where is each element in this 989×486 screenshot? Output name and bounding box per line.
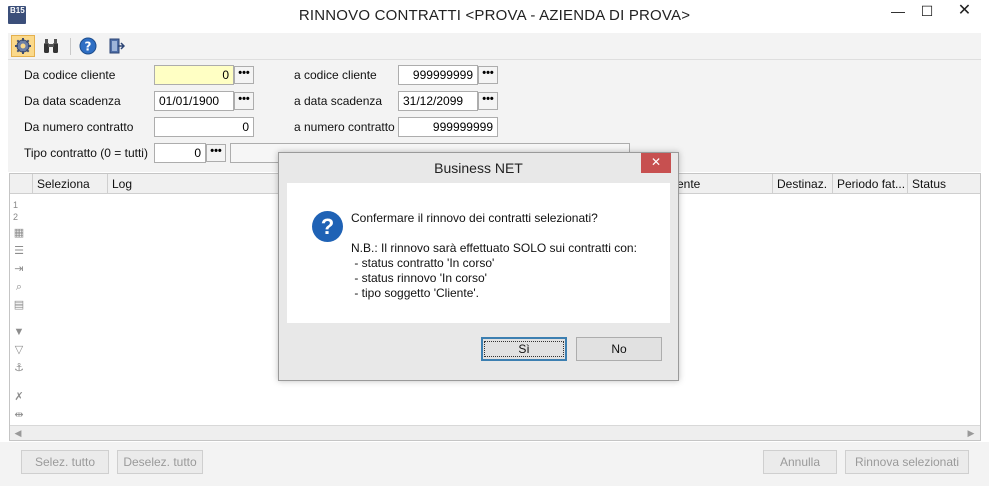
grid-corner-cell	[10, 174, 32, 194]
delete-column-icon[interactable]: ✗	[13, 391, 25, 403]
find-button[interactable]	[39, 35, 63, 57]
filter-remove-icon[interactable]: ▽	[13, 344, 25, 356]
question-icon: ?	[312, 211, 343, 242]
row-number: 2	[13, 212, 19, 222]
insert-row-icon[interactable]: ⇥	[13, 263, 25, 275]
scroll-right-icon[interactable]: ▶	[964, 427, 978, 439]
da-codice-cliente-label: Da codice cliente	[24, 68, 116, 82]
da-codice-cliente-lookup-button[interactable]: •••	[234, 66, 254, 84]
gear-icon	[15, 38, 31, 54]
da-numero-contratto-field[interactable]: 0	[154, 117, 254, 137]
anchor-icon[interactable]: ⚓	[13, 362, 25, 374]
da-codice-cliente-field[interactable]: 0	[154, 65, 234, 85]
dialog-note-line: - tipo soggetto 'Cliente'.	[351, 286, 479, 300]
list-icon[interactable]: ☰	[13, 245, 25, 257]
a-codice-cliente-lookup-button[interactable]: •••	[478, 66, 498, 84]
binoculars-icon	[44, 39, 58, 53]
minimize-button[interactable]: —	[883, 0, 913, 22]
toolbar: ?	[8, 33, 981, 60]
confirm-dialog: Business NET ✕ ? Confermare il rinnovo d…	[278, 152, 679, 381]
dialog-close-button[interactable]: ✕	[641, 153, 671, 173]
grid-view-icon[interactable]: ▦	[13, 227, 25, 239]
column-header-periodo-fatturazione[interactable]: Periodo fat...	[832, 174, 907, 194]
da-numero-contratto-label: Da numero contratto	[24, 120, 134, 134]
help-icon: ?	[79, 37, 97, 55]
tipo-contratto-field[interactable]: 0	[154, 143, 206, 163]
da-data-scadenza-picker-button[interactable]: •••	[234, 92, 254, 110]
scroll-left-icon[interactable]: ◀	[11, 427, 25, 439]
select-all-button[interactable]: Selez. tutto	[21, 450, 109, 474]
yes-button[interactable]: Sì	[481, 337, 567, 361]
bottom-bar: Selez. tutto Deselez. tutto Annulla Rinn…	[0, 442, 989, 486]
dialog-title: Business NET	[434, 160, 523, 176]
exit-button[interactable]	[104, 35, 128, 57]
horizontal-scrollbar[interactable]: ◀ ▶	[10, 425, 980, 440]
dialog-note-line: - status contratto 'In corso'	[351, 256, 495, 270]
da-data-scadenza-label: Da data scadenza	[24, 94, 121, 108]
column-width-icon[interactable]: ⇹	[13, 409, 25, 421]
deselect-all-button[interactable]: Deselez. tutto	[117, 450, 203, 474]
settings-button[interactable]	[11, 35, 35, 57]
a-data-scadenza-label: a data scadenza	[294, 94, 383, 108]
title-bar: B15 RINNOVO CONTRATTI <PROVA - AZIENDA D…	[0, 0, 989, 32]
help-button[interactable]: ?	[76, 35, 100, 57]
column-header-cliente[interactable]: ente	[672, 174, 772, 194]
table-icon[interactable]: ▤	[13, 299, 25, 311]
a-numero-contratto-field[interactable]: 999999999	[398, 117, 498, 137]
renew-selected-button[interactable]: Rinnova selezionati	[845, 450, 969, 474]
cancel-button[interactable]: Annulla	[763, 450, 837, 474]
zoom-icon[interactable]: ⌕	[13, 281, 25, 293]
dialog-note-line: - status rinnovo 'In corso'	[351, 271, 487, 285]
yes-button-label: Sì	[484, 341, 564, 357]
a-numero-contratto-label: a numero contratto	[294, 120, 395, 134]
dialog-body: ? Confermare il rinnovo dei contratti se…	[287, 183, 670, 323]
close-window-button[interactable]: ✕	[942, 0, 987, 22]
filter-icon[interactable]: ▼	[13, 326, 25, 338]
toolbar-separator	[70, 38, 71, 55]
a-data-scadenza-field[interactable]: 31/12/2099	[398, 91, 478, 111]
column-header-status[interactable]: Status	[907, 174, 980, 194]
dialog-note-line: N.B.: Il rinnovo sarà effettuato SOLO su…	[351, 241, 637, 255]
column-header-seleziona[interactable]: Seleziona	[32, 174, 107, 194]
window-title: RINNOVO CONTRATTI <PROVA - AZIENDA DI PR…	[298, 7, 691, 24]
a-codice-cliente-field[interactable]: 999999999	[398, 65, 478, 85]
dialog-question: Confermare il rinnovo dei contratti sele…	[351, 211, 598, 225]
da-data-scadenza-field[interactable]: 01/01/1900	[154, 91, 234, 111]
tipo-contratto-lookup-button[interactable]: •••	[206, 144, 226, 162]
svg-text:?: ?	[85, 40, 92, 54]
row-number: 1	[13, 200, 19, 210]
a-codice-cliente-label: a codice cliente	[294, 68, 377, 82]
tipo-contratto-label: Tipo contratto (0 = tutti)	[24, 146, 148, 160]
no-button[interactable]: No	[576, 337, 662, 361]
a-data-scadenza-picker-button[interactable]: •••	[478, 92, 498, 110]
exit-door-icon	[109, 38, 125, 54]
maximize-button[interactable]: ☐	[912, 0, 942, 22]
column-header-destinazione[interactable]: Destinaz.	[772, 174, 832, 194]
